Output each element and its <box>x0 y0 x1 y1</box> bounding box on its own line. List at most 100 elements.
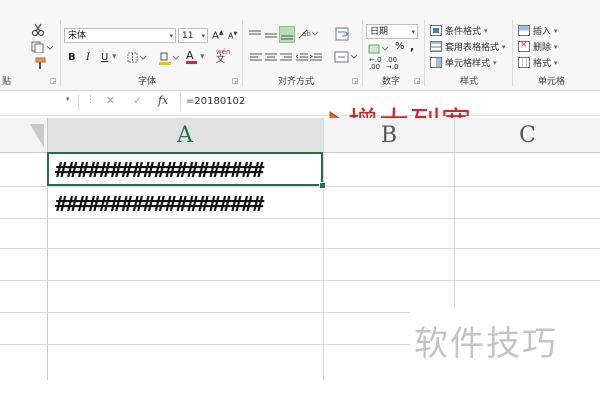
fill-color-icon[interactable] <box>158 50 180 65</box>
watermark-text: 软件技巧 <box>414 324 558 364</box>
chevron-down-icon: ▾ <box>169 32 173 40</box>
cell-styles-button[interactable]: 单元格样式 ▾ <box>430 56 497 69</box>
phonetic-guide-button[interactable]: wén 文 <box>216 48 230 65</box>
number-launcher-icon[interactable]: ◲ <box>414 77 421 85</box>
insert-function-button[interactable]: fx <box>158 94 168 107</box>
decrease-indent-icon[interactable] <box>296 52 308 64</box>
align-bottom-icon[interactable] <box>279 26 295 43</box>
number-format-combo[interactable]: 日期 ▾ <box>366 24 418 39</box>
increase-indent-icon[interactable] <box>310 52 322 64</box>
insert-button[interactable]: 插入 ▾ <box>518 24 558 37</box>
formula-input[interactable]: =20180102 <box>186 96 245 107</box>
align-middle-icon[interactable] <box>264 28 278 42</box>
font-size-value: 11 <box>182 31 194 41</box>
shrink-font-button[interactable]: A▼ <box>228 31 237 41</box>
chevron-down-icon: ▾ <box>484 26 488 35</box>
font-color-glyph: A <box>186 49 194 62</box>
clipboard-group-label: 贴 <box>2 77 12 87</box>
merge-center-icon[interactable] <box>334 50 358 64</box>
chevron-down-icon[interactable]: ▾ <box>112 52 117 62</box>
phonetic-base-glyph: 文 <box>216 55 226 65</box>
gridline <box>0 312 410 313</box>
fill-handle[interactable] <box>319 182 326 189</box>
worksheet[interactable]: A B C ################### ##############… <box>0 118 600 400</box>
copy-icon[interactable] <box>30 40 54 54</box>
accounting-format-icon[interactable] <box>368 42 390 56</box>
conditional-formatting-button[interactable]: 条件格式 ▾ <box>430 24 488 37</box>
delete-cells-icon: × <box>518 40 530 52</box>
formula-bar: ▾ ⋮ ✕ ✓ fx =20180102 <box>0 91 600 116</box>
format-painter-icon[interactable] <box>33 56 47 70</box>
chevron-down-icon[interactable]: ▾ <box>200 52 205 62</box>
styles-group-label: 样式 <box>460 77 479 87</box>
gridline <box>0 218 600 219</box>
column-header-c[interactable]: C <box>455 118 600 153</box>
align-top-icon[interactable] <box>248 28 262 42</box>
divider <box>180 93 181 111</box>
align-right-icon[interactable] <box>280 52 292 64</box>
cancel-icon[interactable]: ✕ <box>106 94 115 107</box>
gridline <box>323 118 324 380</box>
orientation-icon[interactable]: ab <box>298 27 320 41</box>
column-header-b[interactable]: B <box>324 118 454 153</box>
cell-a2[interactable]: ################### <box>55 191 264 217</box>
clipboard-launcher-icon[interactable]: ◲ <box>50 77 57 85</box>
gridline <box>0 248 600 249</box>
align-center-icon[interactable] <box>265 52 277 64</box>
underline-button[interactable]: U <box>101 52 108 63</box>
select-all-corner[interactable] <box>0 118 47 153</box>
chevron-down-icon: ▾ <box>201 32 205 40</box>
enter-icon[interactable]: ✓ <box>133 94 142 107</box>
divider <box>242 20 243 86</box>
divider <box>424 20 425 86</box>
cell-styles-icon <box>430 57 442 68</box>
decrease-decimal-icon[interactable]: .00 →.0 <box>386 57 399 71</box>
cell-a1[interactable]: ################### <box>55 157 264 183</box>
format-button[interactable]: 格式 ▾ <box>518 56 558 69</box>
percent-button[interactable]: % <box>395 41 405 52</box>
font-launcher-icon[interactable]: ◲ <box>232 77 239 85</box>
name-box[interactable]: ▾ <box>0 95 79 110</box>
delete-button[interactable]: × 删除 ▾ <box>518 40 558 53</box>
alignment-launcher-icon[interactable]: ◲ <box>352 77 359 85</box>
gridline <box>0 344 410 345</box>
number-group-label: 数字 <box>382 77 401 87</box>
column-header-a[interactable]: A <box>47 118 323 154</box>
grow-font-button[interactable]: A▲ <box>212 29 223 41</box>
grow-font-glyph: A <box>212 30 219 42</box>
italic-button[interactable]: I <box>86 52 90 63</box>
more-icon: ⋮ <box>86 95 95 105</box>
cut-icon[interactable] <box>30 22 46 38</box>
font-size-combo[interactable]: 11 ▾ <box>178 28 208 43</box>
alignment-group-label: 对齐方式 <box>278 77 315 87</box>
divider <box>362 20 363 86</box>
format-label: 格式 <box>533 59 552 69</box>
chevron-down-icon: ▾ <box>554 26 558 35</box>
format-cells-icon <box>518 57 530 68</box>
border-icon[interactable] <box>126 51 148 64</box>
format-as-table-label: 套用表格格式 <box>445 43 500 53</box>
gridline <box>0 280 600 281</box>
bold-button[interactable]: B <box>68 52 76 63</box>
format-as-table-button[interactable]: 套用表格格式 ▾ <box>430 40 506 53</box>
chevron-down-icon: ▾ <box>554 58 558 67</box>
table-icon <box>430 41 442 52</box>
svg-text:ab: ab <box>302 30 311 38</box>
number-format-value: 日期 <box>370 27 389 37</box>
ribbon: 贴 ◲ 宋体 ▾ 11 ▾ A▲ A▼ B I U ▾ A ▾ wén 文 字体 … <box>0 0 600 91</box>
font-color-button[interactable]: A <box>186 49 197 64</box>
chevron-down-icon: ▾ <box>66 95 70 103</box>
chevron-down-icon: ▾ <box>493 58 497 67</box>
cell-styles-label: 单元格样式 <box>445 59 491 69</box>
conditional-formatting-label: 条件格式 <box>445 27 482 37</box>
font-name-value: 宋体 <box>68 31 87 41</box>
divider <box>60 20 61 86</box>
increase-decimal-icon[interactable]: ←.0.00 <box>369 57 382 71</box>
font-group-label: 字体 <box>138 77 157 87</box>
comma-button[interactable]: , <box>410 40 414 53</box>
divider <box>512 20 513 86</box>
wrap-text-icon[interactable] <box>334 26 350 42</box>
align-left-icon[interactable] <box>250 52 262 64</box>
insert-label: 插入 <box>533 27 552 37</box>
font-name-combo[interactable]: 宋体 ▾ <box>64 28 176 43</box>
